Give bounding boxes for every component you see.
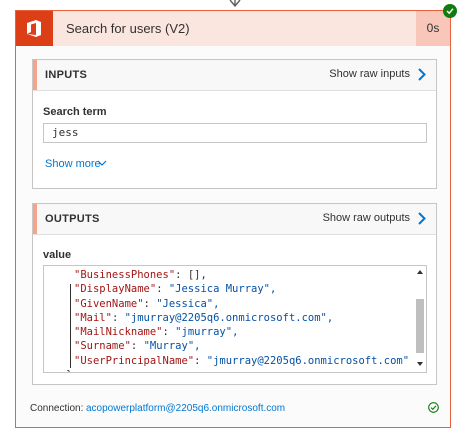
scroll-up-icon[interactable] xyxy=(417,270,423,274)
code-line: "UserPrincipalName": "jmurray@2205q6.onm… xyxy=(74,354,409,368)
section-accent-bar xyxy=(33,60,37,90)
code-value: "Murray", xyxy=(143,340,201,353)
code-line: "DisplayName": "Jessica Murray", xyxy=(74,282,409,296)
code-key: "BusinessPhones" xyxy=(74,269,176,281)
json-code: "BusinessPhones": [], "DisplayName": "Jes… xyxy=(66,268,409,372)
code-value: "jmurray@2205q6.onmicrosoft.com", xyxy=(124,311,334,324)
check-circle-icon xyxy=(428,402,439,413)
flow-arrow-icon xyxy=(229,0,241,8)
code-separator: : xyxy=(111,311,125,324)
code-key: "UserPrincipalName" xyxy=(74,354,195,367)
code-brace: } xyxy=(66,369,72,372)
code-line: "Surname": "Murray", xyxy=(74,339,409,353)
success-check-icon xyxy=(443,4,457,18)
code-key: "Mail" xyxy=(74,311,112,324)
chevron-right-icon[interactable] xyxy=(418,212,426,225)
output-json-viewer[interactable]: "BusinessPhones": [], "DisplayName": "Jes… xyxy=(43,265,427,373)
scroll-down-icon[interactable] xyxy=(417,362,423,366)
code-separator: : xyxy=(175,269,188,281)
code-line: } xyxy=(66,368,409,372)
code-line: "Mail": "jmurray@2205q6.onmicrosoft.com"… xyxy=(74,311,409,325)
code-line: "MailNickname": "jmurray", xyxy=(74,325,409,339)
action-header[interactable]: Search for users (V2) 0s xyxy=(16,11,450,46)
outputs-section-header: OUTPUTS Show raw outputs xyxy=(33,204,436,235)
code-key: "Surname" xyxy=(74,340,131,353)
code-separator: : xyxy=(162,326,176,339)
search-term-label: Search term xyxy=(43,106,107,118)
action-card: Search for users (V2) 0s INPUTS Show raw… xyxy=(15,10,451,428)
code-key: "MailNickname" xyxy=(74,326,163,339)
inputs-section-header: INPUTS Show raw inputs xyxy=(33,60,436,91)
code-value: "Jessica", xyxy=(156,297,220,310)
outputs-header-label: OUTPUTS xyxy=(45,213,100,225)
scrollbar-thumb[interactable] xyxy=(416,299,424,353)
show-raw-inputs-link[interactable]: Show raw inputs xyxy=(329,68,410,80)
action-title: Search for users (V2) xyxy=(66,21,190,36)
inputs-header-label: INPUTS xyxy=(45,69,88,81)
code-separator: : xyxy=(143,297,157,310)
code-key: "GivenName" xyxy=(74,297,144,310)
connection-label: Connection: xyxy=(30,403,84,414)
show-more-label: Show more xyxy=(45,158,101,170)
code-value: "jmurray@2205q6.onmicrosoft.com" xyxy=(206,354,410,367)
code-key: "DisplayName" xyxy=(74,283,157,296)
search-term-field: jess xyxy=(43,123,427,143)
code-line: "BusinessPhones": [], xyxy=(74,268,409,282)
text-cursor xyxy=(70,284,71,368)
code-value: [], xyxy=(187,269,207,281)
code-line: "GivenName": "Jessica", xyxy=(74,297,409,311)
code-value: "jmurray", xyxy=(175,326,239,339)
code-value: "Jessica Murray", xyxy=(168,283,277,296)
chevron-right-icon[interactable] xyxy=(418,68,426,81)
code-separator: : xyxy=(194,354,207,367)
office-icon xyxy=(16,11,53,46)
chevron-down-icon xyxy=(97,160,107,166)
value-label: value xyxy=(43,249,72,261)
code-separator: : xyxy=(156,283,169,296)
show-more-link[interactable]: Show more xyxy=(45,158,107,170)
show-raw-outputs-link[interactable]: Show raw outputs xyxy=(323,212,410,224)
section-accent-bar xyxy=(33,204,37,234)
connection-value[interactable]: acopowerplatform@2205q6.onmicrosoft.com xyxy=(86,403,285,414)
code-scrollbar[interactable] xyxy=(414,266,426,372)
code-separator: : xyxy=(130,340,144,353)
